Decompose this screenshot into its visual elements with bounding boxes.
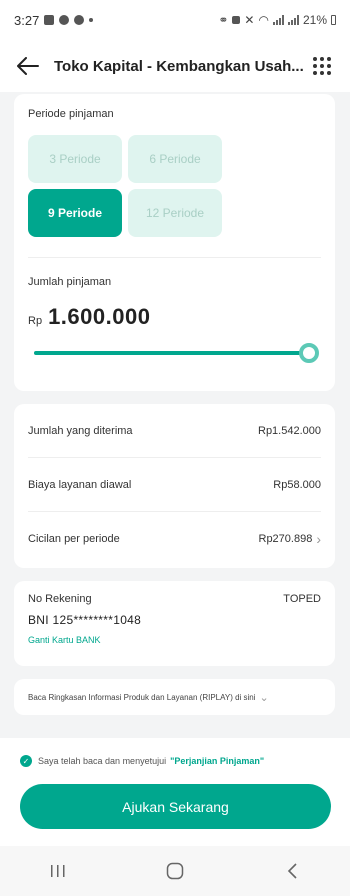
chevron-left-icon [287,863,297,879]
summary-label: Biaya layanan diawal [28,478,132,491]
account-header: No Rekening TOPED [28,593,321,605]
recent-apps-button[interactable] [38,851,78,891]
grid-dot [320,71,324,75]
period-label: Periode pinjaman [28,108,114,120]
recent-apps-icon [51,865,65,877]
battery-text: 21% [302,13,327,27]
summary-row-installment[interactable]: Cicilan per periode Rp270.898 › [28,512,321,566]
link-icon: ⚭ [218,13,229,27]
status-bar: 3:27 ⚭ ✕ ◠ 21% [0,0,350,40]
period-options: 3 Periode 6 Periode 9 Periode 12 Periode [28,135,321,237]
account-label: No Rekening [28,593,92,605]
signal-icon [272,15,284,25]
loan-amount: 1.600.000 [48,304,151,329]
back-button[interactable] [14,52,42,80]
period-option-12[interactable]: 12 Periode [128,189,222,237]
riplay-link[interactable]: Baca Ringkasan Informasi Produk dan Laya… [14,679,335,715]
app-header: Toko Kapital - Kembangkan Usah... [0,40,350,92]
loan-agreement-link[interactable]: "Perjanjian Pinjaman" [170,756,264,766]
summary-value: Rp270.898 [258,533,313,545]
chevron-down-icon: ⌄ [259,691,269,704]
summary-row-fee: Biaya layanan diawal Rp58.000 [28,458,321,512]
status-time: 3:27 [14,12,40,28]
grid-dot [327,64,331,68]
grid-dot [313,64,317,68]
arrow-left-icon [17,57,39,75]
grid-dot [313,57,317,61]
period-option-3[interactable]: 3 Periode [28,135,122,183]
summary-row-received: Jumlah yang diterima Rp1.542.000 [28,404,321,458]
chevron-right-icon: › [316,531,321,547]
riplay-text: Baca Ringkasan Informasi Produk dan Laya… [28,692,256,702]
wifi-icon: ◠ [258,13,269,27]
amount-row: Rp 1.600.000 [28,304,321,330]
summary-label: Jumlah yang diterima [28,424,133,437]
installment-value-group: Rp270.898 › [259,531,322,547]
agree-checkbox[interactable]: ✓ [20,755,32,767]
account-number: BNI 125********1048 [28,613,142,627]
agreement-row: ✓ Saya telah baca dan menyetujui "Perjan… [0,738,350,767]
page-title: Toko Kapital - Kembangkan Usah... [54,57,304,75]
period-option-6[interactable]: 6 Periode [128,135,222,183]
summary-value: Rp58.000 [273,478,321,491]
slider-fill [34,351,309,355]
currency-label: Rp [28,315,43,327]
home-icon [166,862,184,880]
footer: ✓ Saya telah baca dan menyetujui "Perjan… [0,738,350,846]
amount-label: Jumlah pinjaman [28,276,112,288]
submit-button[interactable]: Ajukan Sekarang [20,784,331,829]
mute-icon: ✕ [244,13,255,27]
app-icon [74,15,85,25]
system-back-button[interactable] [272,851,312,891]
slider-thumb[interactable] [299,343,319,363]
gallery-icon [44,15,55,25]
battery-icon [331,15,336,25]
signal-icon-2 [287,15,299,25]
grid-dot [313,71,317,75]
home-button[interactable] [155,851,195,891]
account-card: No Rekening TOPED BNI 125********1048 Ga… [14,581,335,666]
account-tag: TOPED [283,593,321,605]
messenger-icon [59,15,70,25]
summary-value: Rp1.542.000 [258,424,321,437]
more-notifications-icon [89,18,94,22]
divider [28,257,321,258]
status-right: ⚭ ✕ ◠ 21% [218,13,336,27]
grid-dot [320,57,324,61]
grid-dot [327,57,331,61]
alarm-icon [232,16,241,24]
grid-dot [327,71,331,75]
status-left: 3:27 [14,12,94,28]
menu-grid-button[interactable] [308,52,336,80]
system-nav-bar [0,846,350,896]
main-content: Periode pinjaman 3 Periode 6 Periode 9 P… [0,92,350,718]
grid-dot [320,64,324,68]
loan-card: Periode pinjaman 3 Periode 6 Periode 9 P… [14,94,335,391]
period-option-9[interactable]: 9 Periode [28,189,122,237]
agree-text: Saya telah baca dan menyetujui [38,756,167,766]
summary-label: Cicilan per periode [28,533,120,545]
amount-slider[interactable] [28,342,321,364]
summary-card: Jumlah yang diterima Rp1.542.000 Biaya l… [14,404,335,568]
change-bank-link[interactable]: Ganti Kartu BANK [28,635,321,645]
